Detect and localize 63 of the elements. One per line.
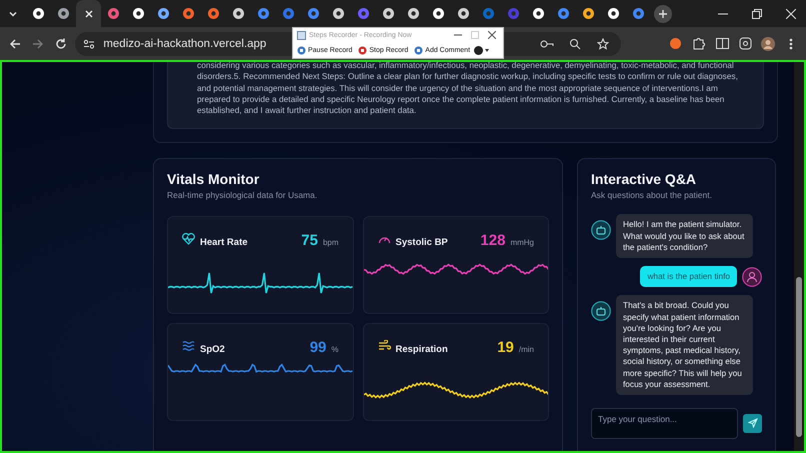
panel-title: Vitals Monitor xyxy=(167,171,260,188)
panel-subtitle: Real-time physiological data for Usama. xyxy=(167,190,318,200)
send-icon xyxy=(748,418,758,428)
vital-value: 75 xyxy=(301,232,318,250)
help-icon[interactable] xyxy=(474,46,490,54)
send-button[interactable] xyxy=(743,414,762,433)
maximize-icon xyxy=(468,31,482,39)
chat-message: what is the patien tinfo xyxy=(640,266,737,288)
vital-unit: % xyxy=(331,345,338,354)
vital-unit: /min xyxy=(518,345,534,354)
site-icon xyxy=(32,7,45,20)
close-icon[interactable] xyxy=(485,31,499,39)
question-field[interactable]: Type your question... xyxy=(591,408,738,439)
site-icon xyxy=(482,7,495,20)
bot-avatar-icon xyxy=(591,220,611,240)
recorder-icon xyxy=(297,30,306,40)
site-icon xyxy=(307,7,320,20)
site-icon xyxy=(432,7,445,20)
bot-avatar-icon xyxy=(591,301,611,322)
panel-subtitle: Ask questions about the patient. xyxy=(591,190,713,200)
site-icon xyxy=(507,7,520,20)
site-icon xyxy=(557,7,570,20)
vital-name: Respiration xyxy=(396,344,448,356)
site-icon xyxy=(107,7,120,20)
site-icon xyxy=(382,7,395,20)
new-tab-button[interactable] xyxy=(654,4,672,22)
site-icon xyxy=(582,7,595,20)
vital-name: Systolic BP xyxy=(396,237,448,248)
close-icon[interactable] xyxy=(84,8,94,18)
site-icon xyxy=(57,7,70,20)
site-icon xyxy=(532,7,545,20)
site-icon xyxy=(407,7,420,20)
site-settings-icon[interactable] xyxy=(83,38,96,50)
user-avatar-icon xyxy=(742,266,762,287)
vital-unit: mmHg xyxy=(510,238,534,248)
site-icon xyxy=(257,7,270,20)
site-icon xyxy=(357,7,370,20)
record-icon xyxy=(297,46,306,54)
record-icon xyxy=(358,46,368,54)
chat-message: That's a bit broad. Could you specify what patient information you're looking for? Are you interested in their current symptoms, past medical history, social history, or something else more specific? This will help you focus your assessment. xyxy=(616,295,753,395)
site-icon xyxy=(607,7,620,20)
report-text: considering various categories such as vascular, inflammatory/infectious, neoplastic, degenerative, demyelinating, toxic-metabolic, and functional disorders.5. Recommended Next Steps: Outline a clear plan for further diagnostic workup, including specific tests to confirm or rule out diagnoses, and potential management strategies. This will consider the urgency of the situation and the most appropriate sequence of interventions.I am prepared to provide a detailed and specific Neurology report once the complete patient information is furnished. Currently, a baseline has been established, and I await further instruction and patient data. xyxy=(197,62,739,116)
vital-value: 19 xyxy=(497,339,514,356)
site-icon xyxy=(282,7,295,20)
vital-name: SpO2 xyxy=(200,344,225,356)
site-icon xyxy=(132,7,145,20)
site-icon xyxy=(332,7,345,20)
site-icon xyxy=(632,7,645,20)
vital-unit: bpm xyxy=(322,238,338,248)
vital-name: Heart Rate xyxy=(200,237,248,248)
record-icon xyxy=(414,46,424,54)
scrollbar[interactable] xyxy=(794,62,804,451)
panel-title: Interactive Q&A xyxy=(591,171,698,188)
site-icon xyxy=(457,7,470,20)
plus-icon xyxy=(658,8,668,18)
site-icon xyxy=(182,7,195,20)
site-icon xyxy=(232,7,245,20)
vital-value: 128 xyxy=(480,232,506,250)
chat-message: Hello! I am the patient simulator. What would you like to ask about the patient's condition? xyxy=(616,214,753,258)
browser-tab[interactable] xyxy=(76,0,101,27)
site-icon xyxy=(157,7,170,20)
site-icon xyxy=(207,7,220,20)
vital-value: 99 xyxy=(310,339,326,356)
